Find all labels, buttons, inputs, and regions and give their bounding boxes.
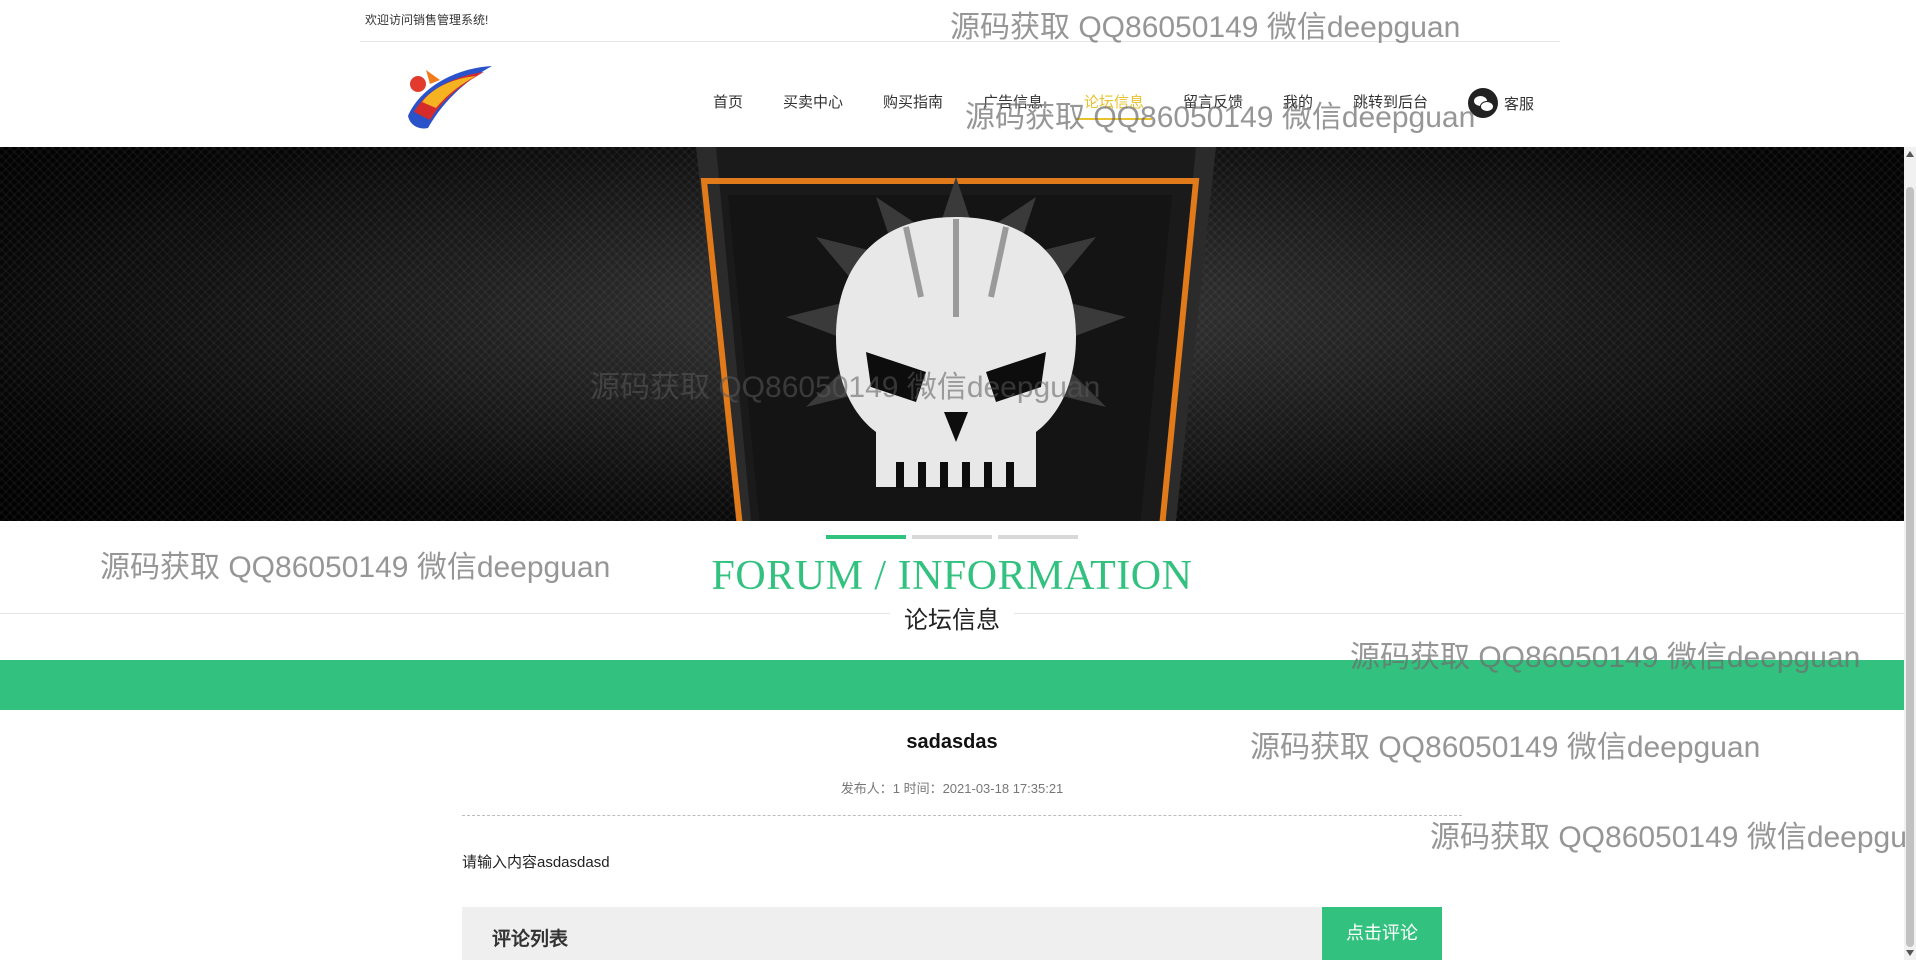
post-meta: 发布人：1 时间：2021-03-18 17:35:21 — [0, 778, 1904, 797]
comment-list-title: 评论列表 — [492, 929, 569, 950]
scroll-up-arrow-icon[interactable] — [1906, 151, 1914, 157]
section-title-en: FORUM / INFORMATION — [711, 553, 1193, 599]
green-banner-bar — [0, 660, 1904, 710]
welcome-text: 欢迎访问销售管理系统! — [365, 13, 489, 27]
watermark: 源码获取 QQ86050149 微信deepgu — [1430, 821, 1907, 854]
post-content: 请输入内容asdasdasd — [462, 854, 610, 871]
add-comment-button[interactable]: 点击评论 — [1322, 907, 1442, 960]
banner-carousel[interactable] — [0, 147, 1904, 521]
watermark: 源码获取 QQ86050149 微信deepguan — [950, 11, 1461, 44]
nav-home[interactable]: 首页 — [713, 88, 743, 118]
carousel-indicators — [826, 535, 1078, 539]
scroll-down-arrow-icon[interactable] — [1906, 950, 1914, 956]
scrollbar-thumb[interactable] — [1906, 187, 1914, 947]
post-divider — [462, 815, 1462, 816]
section-title-cn-wrap: 论坛信息 — [0, 600, 1904, 635]
nav-backend[interactable]: 跳转到后台 — [1353, 88, 1428, 118]
nav-buy-guide[interactable]: 购买指南 — [883, 88, 943, 118]
author-value: 1 — [892, 781, 900, 796]
skull-emblem-image — [696, 147, 1216, 521]
page-scrollbar[interactable] — [1904, 147, 1916, 960]
nav-feedback[interactable]: 留言反馈 — [1183, 88, 1243, 118]
post-title: sadasdas — [906, 731, 998, 753]
author-label: 发布人： — [840, 781, 893, 796]
header-divider — [360, 41, 1560, 42]
customer-service[interactable]: 客服 — [1468, 86, 1534, 120]
time-value: 2021-03-18 17:35:21 — [942, 781, 1064, 796]
site-logo[interactable] — [400, 58, 496, 134]
carousel-dot-3[interactable] — [998, 535, 1078, 539]
nav-ads[interactable]: 广告信息 — [983, 88, 1043, 118]
carousel-dot-2[interactable] — [912, 535, 992, 539]
nav-mine[interactable]: 我的 — [1283, 88, 1313, 118]
service-label: 客服 — [1504, 95, 1535, 113]
carousel-dot-1[interactable] — [826, 535, 906, 539]
section-title-cn: 论坛信息 — [890, 607, 1014, 634]
nav-forum[interactable]: 论坛信息 — [1076, 88, 1153, 120]
wechat-icon — [1468, 88, 1498, 118]
nav-trade-center[interactable]: 买卖中心 — [783, 88, 843, 118]
time-label: 时间： — [903, 781, 943, 796]
comment-list-header: 评论列表 点击评论 — [462, 907, 1442, 960]
